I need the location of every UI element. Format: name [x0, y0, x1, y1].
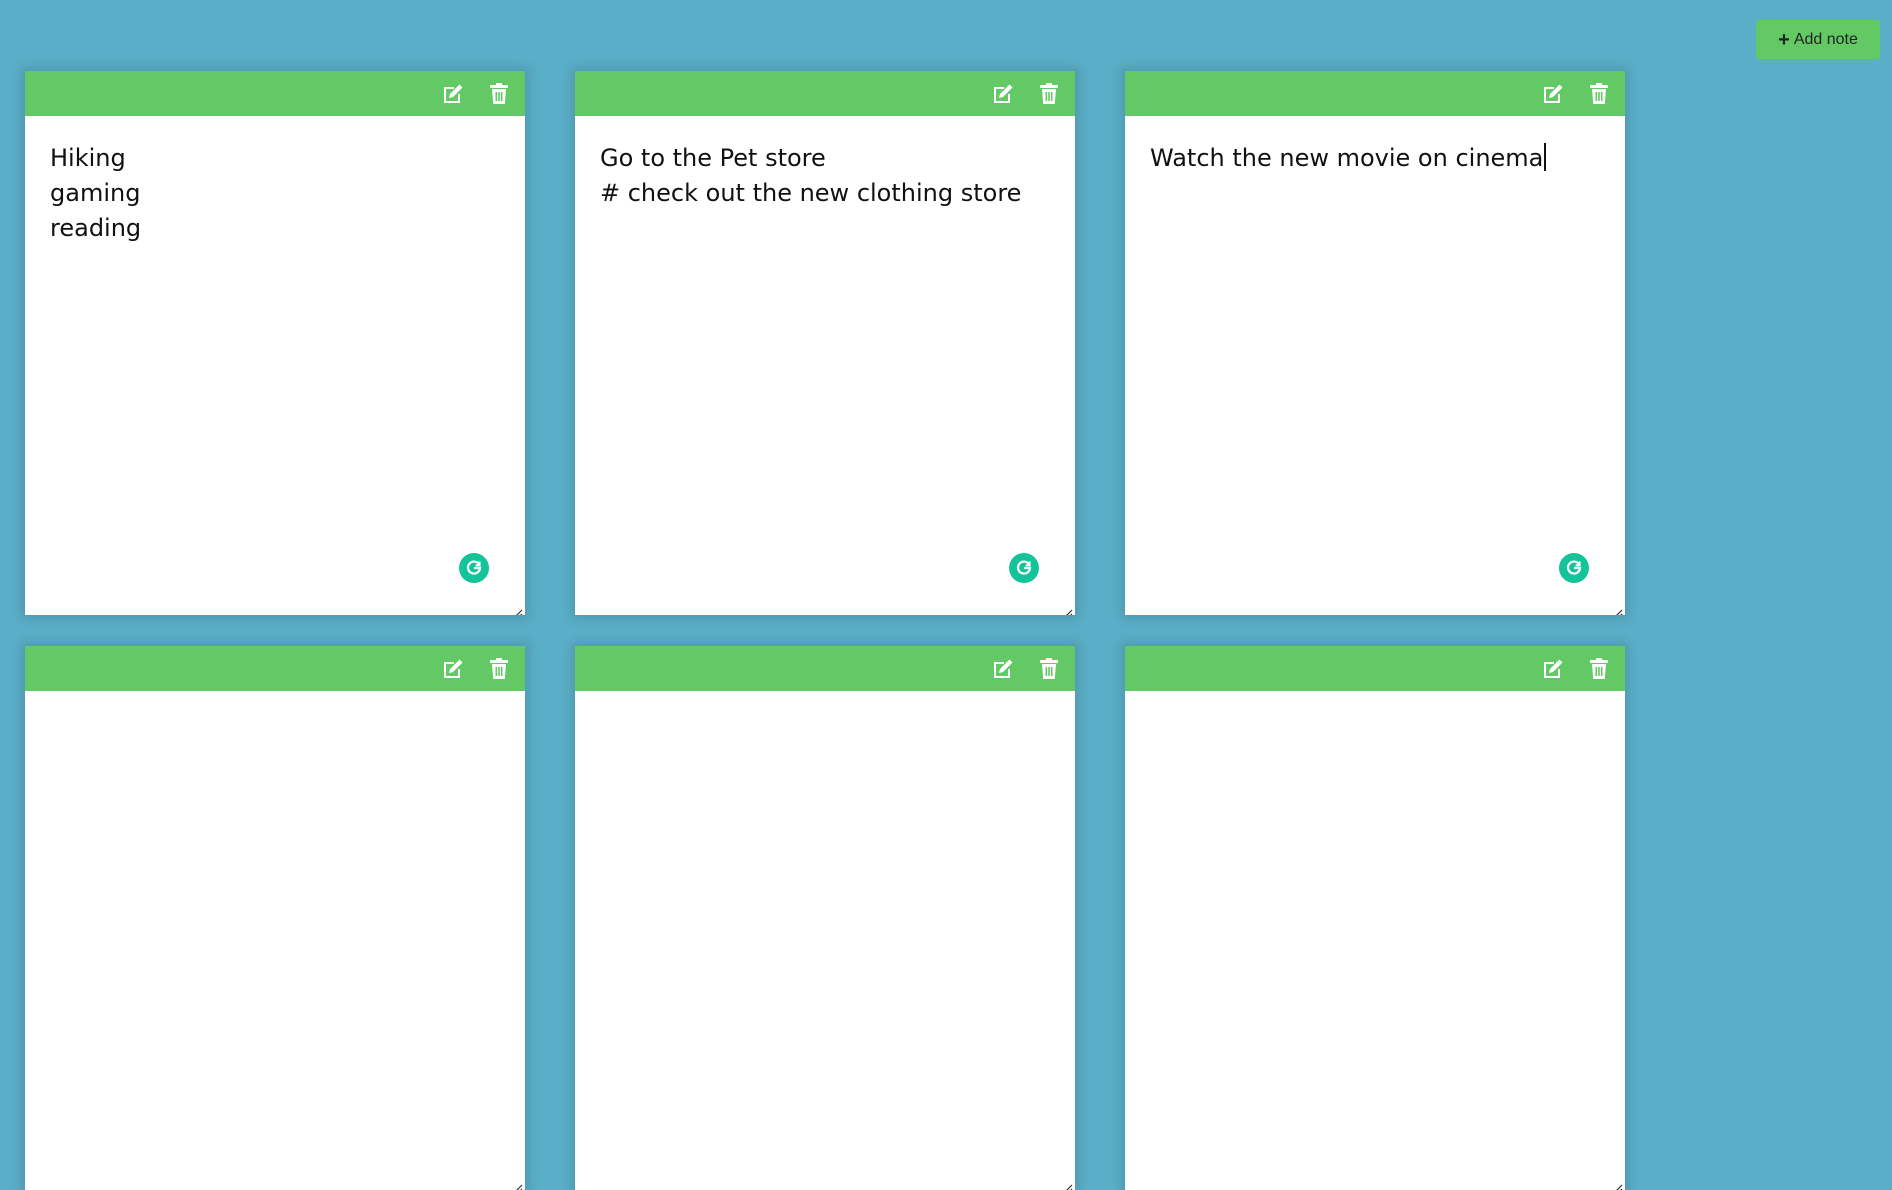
grammarly-icon[interactable]	[1009, 553, 1039, 583]
note-textarea[interactable]	[25, 691, 525, 741]
note-toolbar	[1125, 71, 1625, 116]
note-card	[1125, 646, 1625, 1190]
note-line: Go to the Pet store	[600, 144, 826, 172]
trash-icon[interactable]	[1587, 82, 1611, 106]
trash-icon[interactable]	[1587, 657, 1611, 681]
add-note-button[interactable]: + Add note	[1756, 20, 1880, 59]
note-card: Watch the new movie on cinema	[1125, 71, 1625, 615]
resize-handle-icon[interactable]	[513, 1178, 523, 1190]
grammarly-icon[interactable]	[1559, 553, 1589, 583]
note-textarea[interactable]: Go to the Pet store # check out the new c…	[575, 116, 1075, 236]
note-card: Go to the Pet store # check out the new c…	[575, 71, 1075, 615]
note-line: Hiking	[50, 144, 126, 172]
note-textarea[interactable]: Hiking gaming reading	[25, 116, 525, 271]
note-toolbar	[25, 71, 525, 116]
edit-icon[interactable]	[1541, 82, 1565, 106]
resize-handle-icon[interactable]	[1613, 603, 1623, 615]
grammarly-icon[interactable]	[459, 553, 489, 583]
note-line: gaming	[50, 179, 141, 207]
add-note-label: Add note	[1793, 30, 1858, 48]
edit-icon[interactable]	[1541, 657, 1565, 681]
note-toolbar	[575, 71, 1075, 116]
note-toolbar	[575, 646, 1075, 691]
note-textarea[interactable]	[1125, 691, 1625, 741]
edit-icon[interactable]	[441, 657, 465, 681]
trash-icon[interactable]	[1037, 657, 1061, 681]
resize-handle-icon[interactable]	[1063, 603, 1073, 615]
trash-icon[interactable]	[487, 82, 511, 106]
note-toolbar	[25, 646, 525, 691]
note-toolbar	[1125, 646, 1625, 691]
trash-icon[interactable]	[487, 657, 511, 681]
resize-handle-icon[interactable]	[1063, 1178, 1073, 1190]
note-line: reading	[50, 214, 142, 242]
notes-grid: Hiking gaming reading Go to the Pet store # …	[25, 71, 1625, 1190]
note-card	[575, 646, 1075, 1190]
resize-handle-icon[interactable]	[513, 603, 523, 615]
note-line: Watch the new movie on cinema	[1150, 141, 1600, 176]
edit-icon[interactable]	[991, 657, 1015, 681]
text-cursor	[1544, 143, 1547, 171]
resize-handle-icon[interactable]	[1613, 1178, 1623, 1190]
note-line: # check out the new clothing store	[600, 179, 1022, 207]
edit-icon[interactable]	[441, 82, 465, 106]
trash-icon[interactable]	[1037, 82, 1061, 106]
note-card: Hiking gaming reading	[25, 71, 525, 615]
note-textarea[interactable]: Watch the new movie on cinema	[1125, 116, 1625, 201]
plus-icon: +	[1778, 28, 1790, 51]
note-card	[25, 646, 525, 1190]
edit-icon[interactable]	[991, 82, 1015, 106]
note-textarea[interactable]	[575, 691, 1075, 741]
